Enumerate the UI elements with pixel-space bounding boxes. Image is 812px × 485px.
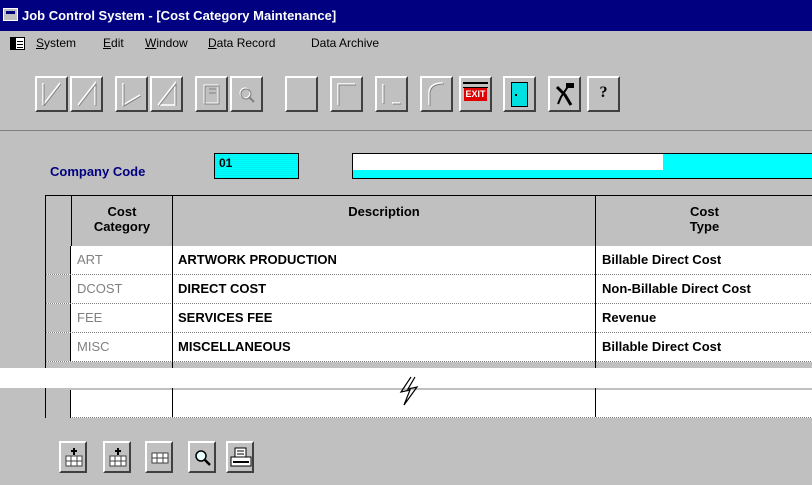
document-icon[interactable] [10, 37, 25, 50]
column-header-description-line1: Description [348, 204, 420, 219]
undo-button[interactable] [420, 76, 453, 112]
cost-type-cell[interactable]: Revenue [602, 304, 812, 332]
help-icon: ? [599, 84, 608, 101]
table-row[interactable]: DCOST DIRECT COST Non-Billable Direct Co… [46, 275, 812, 304]
company-code-field[interactable]: 01 [214, 153, 299, 179]
cost-category-cell[interactable]: FEE [77, 304, 173, 332]
undo-icon [428, 82, 445, 106]
menu-bar: System Edit Window Data Record Data Arch… [0, 31, 812, 58]
page-icon [337, 83, 356, 106]
cost-type-cell[interactable]: Non-Billable Direct Cost [602, 275, 812, 303]
door-button[interactable] [503, 76, 536, 112]
row-selector[interactable] [46, 275, 71, 303]
print-button[interactable] [226, 441, 254, 473]
last-record-icon [157, 80, 177, 107]
company-name-field[interactable] [352, 153, 812, 179]
description-cell[interactable]: SERVICES FEE [178, 304, 596, 332]
find-icon [239, 87, 255, 103]
description-cell[interactable]: ARTWORK PRODUCTION [178, 246, 596, 274]
insert-row-icon [65, 448, 83, 467]
new-record-button[interactable] [195, 76, 228, 112]
new-record-icon [203, 84, 220, 105]
column-header-description[interactable]: Description [173, 196, 596, 246]
menu-window[interactable]: Window [145, 36, 188, 50]
tools-icon [555, 83, 574, 106]
previous-record-button[interactable] [70, 76, 103, 112]
add-row-button[interactable] [103, 441, 131, 473]
break-lightning-icon [399, 376, 419, 406]
description-cell[interactable] [178, 390, 596, 418]
find-record-button[interactable] [230, 76, 263, 112]
menu-system[interactable]: System [36, 36, 76, 50]
table-row[interactable] [46, 390, 812, 418]
row-selector[interactable] [46, 304, 71, 332]
column-header-cost-type-line1: Cost [690, 204, 719, 219]
exit-icon: EXIT [463, 82, 488, 101]
next-record-button[interactable] [115, 76, 148, 112]
column-header-cost-category-line2: Category [93, 219, 151, 234]
description-cell[interactable]: MISCELLANEOUS [178, 333, 596, 361]
exit-button[interactable]: EXIT [459, 76, 492, 112]
lookup-button[interactable] [188, 441, 216, 473]
column-header-cost-category-line1: Cost [107, 204, 137, 219]
company-code-label: Company Code [50, 164, 146, 179]
help-button[interactable]: ? [587, 76, 620, 112]
blank-button-2[interactable] [330, 76, 363, 112]
insert-row-button[interactable] [59, 441, 87, 473]
clear-icon [382, 84, 401, 105]
title-bar[interactable]: Job Control System - [Cost Category Main… [0, 0, 812, 31]
window-title: Job Control System - [Cost Category Main… [22, 8, 337, 23]
delete-row-button[interactable] [145, 441, 173, 473]
menu-edit[interactable]: Edit [103, 36, 124, 50]
cost-category-cell[interactable]: ART [77, 246, 173, 274]
blank-button-1[interactable] [285, 76, 318, 112]
table-row[interactable]: MISC MISCELLANEOUS Billable Direct Cost [46, 333, 812, 362]
column-header-cost-type-line2: Type [689, 219, 720, 234]
column-header-cost-category[interactable]: Cost Category [72, 196, 173, 246]
system-menu-icon[interactable] [3, 8, 18, 21]
door-icon [511, 82, 528, 107]
table-row[interactable]: FEE SERVICES FEE Revenue [46, 304, 812, 333]
row-selector[interactable] [46, 390, 71, 418]
first-record-icon [42, 82, 62, 107]
cost-type-cell[interactable] [602, 390, 812, 418]
clear-button[interactable] [375, 76, 408, 112]
delete-row-icon [151, 452, 169, 464]
cost-type-cell[interactable]: Billable Direct Cost [602, 333, 812, 361]
cost-type-cell[interactable]: Billable Direct Cost [602, 246, 812, 274]
first-record-button[interactable] [35, 76, 68, 112]
row-selector[interactable] [46, 246, 71, 274]
next-record-icon [122, 83, 142, 107]
row-selector[interactable] [46, 333, 71, 361]
description-cell[interactable]: DIRECT COST [178, 275, 596, 303]
cost-category-cell[interactable]: MISC [77, 333, 173, 361]
menu-data-record[interactable]: Data Record [208, 36, 275, 50]
row-selector-header [46, 196, 72, 246]
cost-category-cell[interactable]: DCOST [77, 275, 173, 303]
tools-button[interactable] [548, 76, 581, 112]
table-row[interactable]: ART ARTWORK PRODUCTION Billable Direct C… [46, 246, 812, 275]
column-header-cost-type[interactable]: Cost Type [596, 196, 812, 246]
menu-data-archive[interactable]: Data Archive [311, 36, 379, 50]
previous-record-icon [77, 80, 97, 107]
company-name-text [353, 154, 663, 170]
add-row-icon [109, 448, 127, 467]
cost-category-cell[interactable] [77, 390, 173, 418]
blank-icon [288, 79, 315, 109]
printer-icon [230, 447, 252, 467]
last-record-button[interactable] [150, 76, 183, 112]
magnifier-icon [195, 450, 211, 466]
